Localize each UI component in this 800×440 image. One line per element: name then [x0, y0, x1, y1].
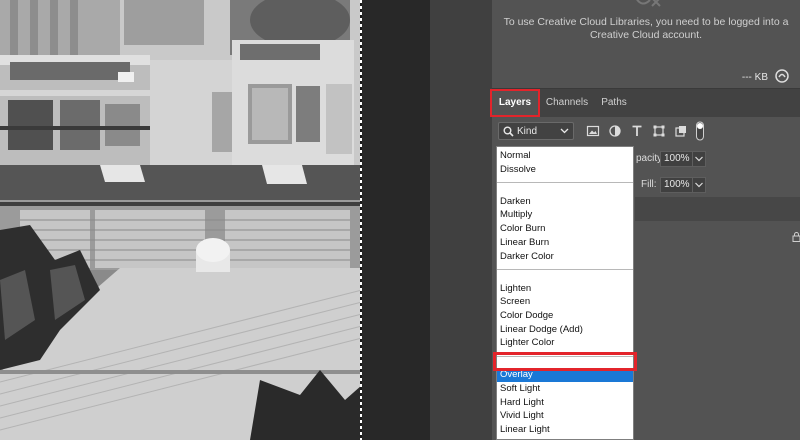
blend-mode-item-darker-color[interactable]: Darker Color [497, 250, 633, 264]
blend-mode-item-darken[interactable]: Darken [497, 195, 633, 209]
tab-paths[interactable]: Paths [594, 89, 634, 117]
lock-icon[interactable] [792, 232, 800, 242]
type-filter-icon[interactable] [630, 124, 644, 138]
blend-mode-item-hard-light[interactable]: Hard Light [497, 396, 633, 410]
blend-mode-item-screen[interactable]: Screen [497, 295, 633, 309]
overlay-highlight-box [493, 352, 637, 371]
chevron-down-icon [560, 128, 569, 134]
blend-mode-separator [497, 269, 633, 271]
tab-channels[interactable]: Channels [542, 89, 592, 117]
opacity-chevron-icon[interactable] [692, 151, 706, 167]
layers-panel-tabs: Layers Channels Paths [490, 88, 800, 117]
filter-toggle-icon[interactable] [695, 120, 705, 142]
creative-cloud-icon [636, 0, 661, 7]
image-filter-icon[interactable] [586, 124, 600, 138]
user-initials: --- KB [741, 72, 768, 83]
adjustment-filter-icon[interactable] [608, 124, 622, 138]
blend-mode-item-linear-burn[interactable]: Linear Burn [497, 236, 633, 250]
canvas-gutter [362, 0, 430, 440]
libraries-login-message: To use Creative Cloud Libraries, you nee… [503, 16, 789, 41]
libraries-panel: To use Creative Cloud Libraries, you nee… [492, 0, 800, 88]
blend-mode-dropdown: Normal Dissolve Darken Multiply Color Burn Li… [496, 146, 634, 440]
opacity-field[interactable]: 100% [660, 151, 696, 167]
blend-mode-separator [497, 182, 633, 184]
fill-chevron-icon[interactable] [692, 177, 706, 193]
blend-mode-item-linear-light[interactable]: Linear Light [497, 423, 633, 437]
blend-mode-item-multiply[interactable]: Multiply [497, 208, 633, 222]
shape-filter-icon[interactable] [652, 124, 666, 138]
blend-mode-item-dissolve[interactable]: Dissolve [497, 163, 633, 177]
blend-mode-item-vivid-light[interactable]: Vivid Light [497, 409, 633, 423]
blend-mode-item-color-burn[interactable]: Color Burn [497, 222, 633, 236]
filter-kind-label: Kind [517, 126, 538, 137]
cloud-sync-icon[interactable] [774, 68, 790, 84]
blend-mode-item-lighter-color[interactable]: Lighter Color [497, 336, 633, 350]
tab-layers[interactable]: Layers [490, 89, 540, 117]
fill-field[interactable]: 100% [660, 177, 696, 193]
filter-kind-select[interactable]: Kind [498, 122, 574, 140]
grayscale-photo [0, 0, 362, 440]
search-icon [503, 126, 514, 137]
smart-object-filter-icon[interactable] [674, 124, 688, 138]
blend-mode-item-normal[interactable]: Normal [497, 149, 633, 163]
blend-mode-item-soft-light[interactable]: Soft Light [497, 382, 633, 396]
layer-row-band [635, 197, 800, 221]
layer-filter-row: Kind [492, 118, 800, 146]
blend-mode-item-lighten[interactable]: Lighten [497, 282, 633, 296]
blend-mode-item-color-dodge[interactable]: Color Dodge [497, 309, 633, 323]
fill-label: Fill: [641, 179, 657, 190]
document-canvas[interactable] [0, 0, 362, 440]
blend-mode-item-linear-dodge-add[interactable]: Linear Dodge (Add) [497, 323, 633, 337]
panel-edge-strip [430, 0, 492, 440]
